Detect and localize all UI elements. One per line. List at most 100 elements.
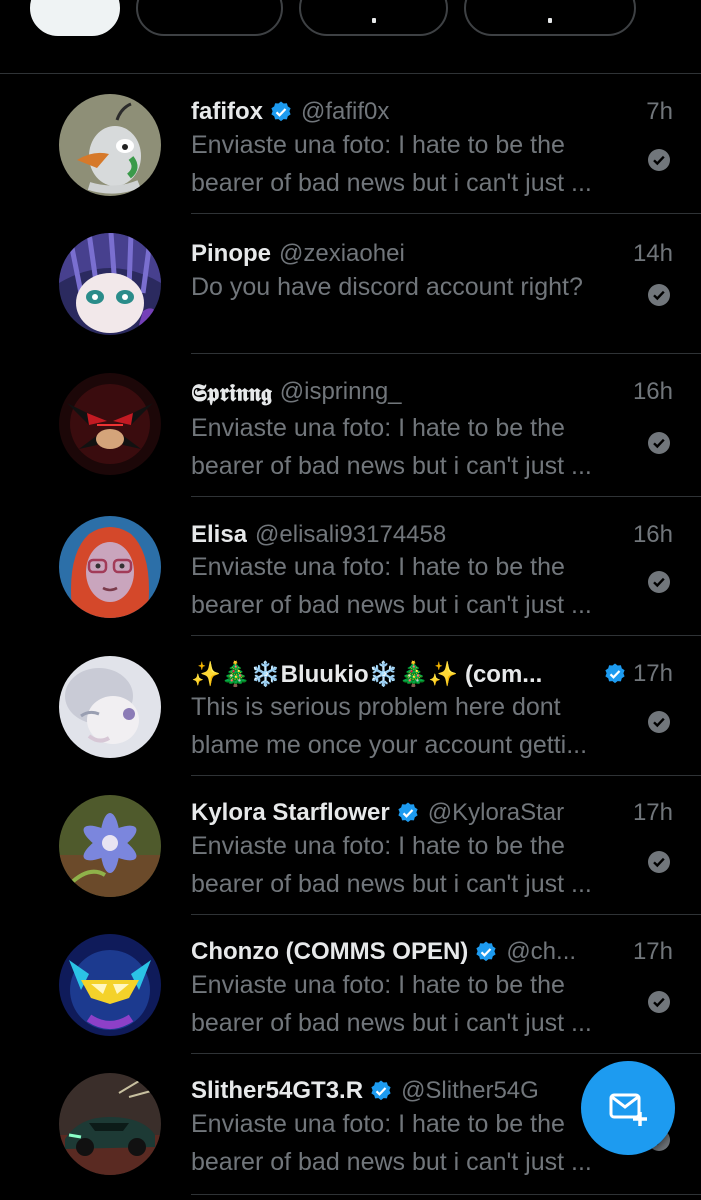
timestamp: 7h [646, 98, 673, 125]
message-preview: Enviaste una foto: I hate to be the bear… [191, 409, 636, 485]
verified-badge-icon [271, 101, 291, 122]
conversation-item[interactable]: ✨🎄❄️Bluukio❄️🎄✨ (com... 17h This is seri… [0, 636, 701, 776]
check-circle-icon [648, 711, 670, 733]
user-handle: @ch... [506, 938, 577, 965]
avatar-image [59, 934, 161, 1036]
row-divider [191, 1194, 701, 1195]
preview-line: bearer of bad news but i can't just ... [191, 1148, 592, 1176]
conversation-item[interactable]: Chonzo (COMMS OPEN) @ch... 17h Enviaste … [0, 915, 701, 1054]
check-circle-icon [648, 851, 670, 873]
timestamp: 17h [632, 799, 673, 826]
preview-line: bearer of bad news but i can't just ... [191, 1009, 592, 1037]
avatar[interactable] [59, 656, 161, 758]
verified-badge-icon [398, 802, 418, 823]
avatar-image [59, 94, 161, 196]
verified-badge-icon [371, 1080, 391, 1101]
tab-glyph [548, 18, 552, 23]
filter-tab-2[interactable] [136, 0, 283, 36]
message-preview: Enviaste una foto: I hate to be the bear… [191, 966, 636, 1042]
conversation-header: Kylora Starflower @KyloraStar 17h [191, 796, 673, 830]
preview-line: Enviaste una foto: I hate to be the [191, 553, 565, 581]
user-handle: @Slither54G [401, 1077, 539, 1104]
conversation-header [191, 306, 673, 340]
avatar[interactable] [59, 233, 161, 335]
conversation-header: 𝕾𝖕𝖗𝖎𝖓𝖓𝖌 @isprinng_ 16h [191, 375, 673, 409]
preview-line: Enviaste una foto: I hate to be the [191, 971, 565, 999]
display-name: fafifox [191, 98, 263, 125]
message-preview: Enviaste una foto: I hate to be the bear… [191, 548, 636, 624]
timestamp: 17h [632, 938, 673, 965]
display-name: ✨🎄❄️Bluukio❄️🎄✨ (com... [191, 660, 543, 688]
preview-line: bearer of bad news but i can't just ... [191, 169, 592, 197]
avatar-image [59, 516, 161, 618]
avatar-image [59, 795, 161, 897]
display-name: 𝕾𝖕𝖗𝖎𝖓𝖓𝖌 [191, 377, 272, 407]
conversation-item[interactable]: Kylora Starflower @KyloraStar 17h Envias… [0, 776, 701, 915]
verified-badge-icon [605, 663, 625, 684]
message-preview: Do you have discord account right? [191, 268, 636, 306]
filter-tab-all[interactable] [30, 0, 120, 36]
check-circle-icon [648, 284, 670, 306]
user-handle: @KyloraStar [427, 799, 565, 826]
conversation-header: fafifox @fafif0x 7h [191, 95, 673, 129]
preview-line: bearer of bad news but i can't just ... [191, 591, 592, 619]
conversation-header: Pinope @zexiaohei 14h [191, 237, 673, 271]
timestamp: 17h [632, 660, 673, 687]
preview-line: Do you have discord account right? [191, 273, 583, 301]
tab-glyph [371, 18, 376, 23]
filter-tabs [0, 0, 701, 56]
conversation-header: ✨🎄❄️Bluukio❄️🎄✨ (com... 17h [191, 657, 673, 691]
preview-line: bearer of bad news but i can't just ... [191, 870, 592, 898]
avatar-image [59, 233, 161, 335]
timestamp: 16h [632, 378, 673, 405]
new-message-button[interactable] [581, 1061, 675, 1155]
preview-line: blame me once your account getti... [191, 731, 588, 759]
timestamp: 16h [632, 521, 673, 548]
display-name: Elisa [191, 521, 248, 548]
preview-line: bearer of bad news but i can't just ... [191, 452, 592, 480]
user-handle: @elisali93174458 [255, 521, 447, 548]
messages-screen: fafifox @fafif0x 7h Enviaste una foto: I… [0, 0, 701, 1200]
check-circle-icon [648, 571, 670, 593]
avatar[interactable] [59, 94, 161, 196]
user-handle: @isprinng_ [279, 378, 402, 405]
display-name: Chonzo (COMMS OPEN) [191, 938, 469, 965]
avatar-image [59, 656, 161, 758]
message-preview: Enviaste una foto: I hate to be the bear… [191, 1105, 636, 1181]
avatar[interactable] [59, 795, 161, 897]
conversation-header: Elisa @elisali93174458 16h [191, 518, 673, 552]
avatar[interactable] [59, 1073, 161, 1175]
conversation-item[interactable]: fafifox @fafif0x 7h Enviaste una foto: I… [0, 74, 701, 214]
check-circle-icon [648, 149, 670, 171]
preview-line: Enviaste una foto: I hate to be the [191, 131, 565, 159]
message-preview: This is serious problem here dont blame … [191, 688, 636, 764]
timestamp: 14h [632, 240, 673, 267]
preview-line: Enviaste una foto: I hate to be the [191, 1110, 565, 1138]
conversation-header: Chonzo (COMMS OPEN) @ch... 17h [191, 935, 673, 969]
conversation-item[interactable]: 𝕾𝖕𝖗𝖎𝖓𝖓𝖌 @isprinng_ 16h Enviaste una foto… [0, 354, 701, 497]
avatar-image [59, 373, 161, 475]
check-circle-icon [648, 432, 670, 454]
avatar[interactable] [59, 934, 161, 1036]
new-message-icon [609, 1093, 647, 1126]
conversation-list: fafifox @fafif0x 7h Enviaste una foto: I… [0, 74, 701, 1195]
avatar-image [59, 1073, 161, 1175]
avatar[interactable] [59, 516, 161, 618]
conversation-item[interactable]: Pinope @zexiaohei 14h Do you have discor… [0, 214, 701, 354]
verified-badge-icon [476, 941, 496, 962]
conversation-item[interactable]: Elisa @elisali93174458 16h Enviaste una … [0, 497, 701, 636]
message-preview: Enviaste una foto: I hate to be the bear… [191, 126, 636, 202]
avatar[interactable] [59, 373, 161, 475]
filter-tab-4[interactable] [464, 0, 636, 36]
preview-line: Enviaste una foto: I hate to be the [191, 414, 565, 442]
user-handle: @zexiaohei [279, 240, 405, 267]
display-name: Slither54GT3.R [191, 1077, 364, 1104]
display-name: Kylora Starflower [191, 799, 390, 826]
user-handle: @fafif0x [301, 98, 390, 125]
filter-tab-3[interactable] [299, 0, 448, 36]
check-circle-icon [648, 991, 670, 1013]
preview-line: This is serious problem here dont [191, 693, 561, 721]
preview-line: Enviaste una foto: I hate to be the [191, 832, 565, 860]
display-name: Pinope [191, 240, 272, 267]
message-preview: Enviaste una foto: I hate to be the bear… [191, 827, 636, 903]
